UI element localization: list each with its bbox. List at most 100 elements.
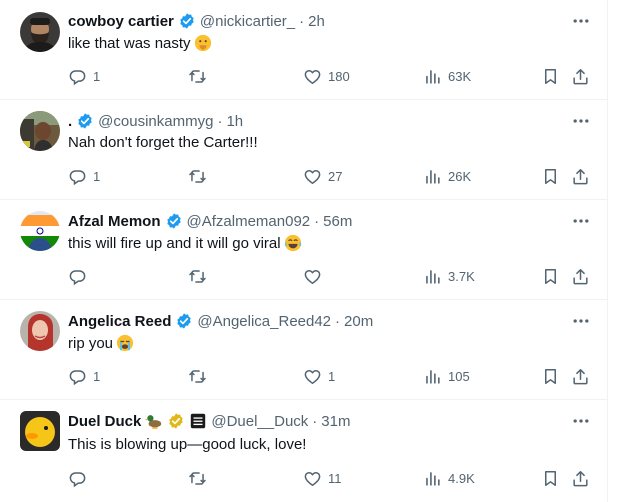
timestamp[interactable]: 20m xyxy=(344,313,373,330)
retweet-button[interactable] xyxy=(188,366,207,386)
verified-gold-badge-icon xyxy=(167,412,185,430)
reply-button[interactable]: 1 xyxy=(68,66,100,86)
tweet-header: Angelica Reed @Angelica_Reed42 · 20m xyxy=(68,311,373,331)
reply-icon xyxy=(68,367,87,386)
retweet-button[interactable] xyxy=(188,166,207,186)
more-options-icon[interactable] xyxy=(571,211,591,231)
bookmark-icon xyxy=(541,167,560,186)
user-handle[interactable]: @Duel__Duck xyxy=(211,413,308,430)
more-options-icon[interactable] xyxy=(571,311,591,331)
reply-tweet[interactable]: Afzal Memon @Afzalmeman092 · 56m this wi… xyxy=(0,200,608,300)
share-button[interactable] xyxy=(571,366,590,386)
view-count: 63K xyxy=(448,68,472,84)
views-chart-icon xyxy=(423,367,442,386)
tweet-header: . @cousinkammyg · 1h xyxy=(68,111,243,131)
views-chart-icon xyxy=(423,469,442,488)
reply-count: 1 xyxy=(93,168,101,184)
reply-button[interactable] xyxy=(68,266,93,286)
like-button[interactable] xyxy=(303,266,328,286)
views-chart-icon xyxy=(423,267,442,286)
reply-tweet[interactable]: Duel Duck @Duel__Duck · 31m This is blow… xyxy=(0,400,608,502)
views-button[interactable]: 63K xyxy=(423,66,471,86)
face-with-tears-of-joy-emoji xyxy=(284,234,302,252)
reply-button[interactable]: 1 xyxy=(68,166,100,186)
more-options-icon[interactable] xyxy=(571,11,591,31)
verified-badge-icon xyxy=(76,112,94,130)
retweet-icon xyxy=(188,67,207,86)
reply-button[interactable] xyxy=(68,468,93,488)
display-name[interactable]: Angelica Reed xyxy=(68,313,171,330)
user-handle[interactable]: @Angelica_Reed42 xyxy=(197,313,331,330)
display-name[interactable]: cowboy cartier xyxy=(68,13,174,30)
retweet-icon xyxy=(188,267,207,286)
reply-icon xyxy=(68,267,87,286)
timestamp[interactable]: 31m xyxy=(321,413,350,430)
share-button[interactable] xyxy=(571,468,590,488)
person-in-car-avatar[interactable] xyxy=(20,111,60,151)
separator-dot: · xyxy=(335,312,341,330)
timestamp[interactable]: 2h xyxy=(308,13,325,30)
bookmark-button[interactable] xyxy=(541,66,560,86)
bookmark-button[interactable] xyxy=(541,266,560,286)
retweet-button[interactable] xyxy=(188,266,207,286)
view-count: 105 xyxy=(448,368,470,384)
verified-badge-icon xyxy=(178,12,196,30)
like-button[interactable]: 180 xyxy=(303,66,350,86)
bookmark-icon xyxy=(541,67,560,86)
reply-tweet[interactable]: . @cousinkammyg · 1h Nah don't forget th… xyxy=(0,100,608,200)
more-options-icon[interactable] xyxy=(571,111,591,131)
tweet-text: this will fire up and it will go viral xyxy=(68,234,302,252)
separator-dot: · xyxy=(299,12,305,30)
views-button[interactable]: 4.9K xyxy=(423,468,475,488)
share-button[interactable] xyxy=(571,66,590,86)
affiliate-logo-icon[interactable] xyxy=(189,412,207,430)
bearded-man-avatar[interactable] xyxy=(20,12,60,52)
yellow-duck-avatar[interactable] xyxy=(20,411,60,451)
retweet-icon xyxy=(188,367,207,386)
timestamp[interactable]: 56m xyxy=(323,213,352,230)
tweet-text-content: This is blowing up—good luck, love! xyxy=(68,436,307,453)
heart-icon xyxy=(303,67,322,86)
share-button[interactable] xyxy=(571,166,590,186)
reply-tweet[interactable]: cowboy cartier @nickicartier_ · 2h like … xyxy=(0,0,608,100)
like-count: 27 xyxy=(328,168,343,184)
reply-icon xyxy=(68,67,87,86)
display-name[interactable]: Duel Duck xyxy=(68,413,141,430)
views-button[interactable]: 3.7K xyxy=(423,266,475,286)
reply-tweet[interactable]: Angelica Reed @Angelica_Reed42 · 20m rip… xyxy=(0,300,608,400)
views-button[interactable]: 105 xyxy=(423,366,470,386)
display-name[interactable]: Afzal Memon xyxy=(68,213,161,230)
view-count: 4.9K xyxy=(448,470,475,486)
user-handle[interactable]: @nickicartier_ xyxy=(200,13,295,30)
reply-icon xyxy=(68,167,87,186)
display-name[interactable]: . xyxy=(68,113,72,130)
tweet-text: rip you xyxy=(68,334,134,352)
share-icon xyxy=(571,67,590,86)
like-button[interactable]: 11 xyxy=(303,468,342,488)
user-handle[interactable]: @cousinkammyg xyxy=(98,113,213,130)
separator-dot: · xyxy=(312,412,318,430)
flag-avatar[interactable] xyxy=(20,211,60,251)
retweet-button[interactable] xyxy=(188,468,207,488)
bookmark-button[interactable] xyxy=(541,468,560,488)
tweet-header: Afzal Memon @Afzalmeman092 · 56m xyxy=(68,211,352,231)
bookmark-button[interactable] xyxy=(541,166,560,186)
views-button[interactable]: 26K xyxy=(423,166,471,186)
bookmark-icon xyxy=(541,469,560,488)
retweet-icon xyxy=(188,469,207,488)
retweet-button[interactable] xyxy=(188,66,207,86)
tweet-text: like that was nasty xyxy=(68,34,212,52)
reply-button[interactable]: 1 xyxy=(68,366,100,386)
red-hair-woman-avatar[interactable] xyxy=(20,311,60,351)
separator-dot: · xyxy=(314,212,320,230)
tweet-text-content: rip you xyxy=(68,334,114,352)
like-button[interactable]: 1 xyxy=(303,366,335,386)
timestamp[interactable]: 1h xyxy=(226,113,243,130)
replies-feed: cowboy cartier @nickicartier_ · 2h like … xyxy=(0,0,608,502)
share-button[interactable] xyxy=(571,266,590,286)
views-chart-icon xyxy=(423,67,442,86)
more-options-icon[interactable] xyxy=(571,411,591,431)
user-handle[interactable]: @Afzalmeman092 xyxy=(187,213,311,230)
like-button[interactable]: 27 xyxy=(303,166,342,186)
bookmark-button[interactable] xyxy=(541,366,560,386)
